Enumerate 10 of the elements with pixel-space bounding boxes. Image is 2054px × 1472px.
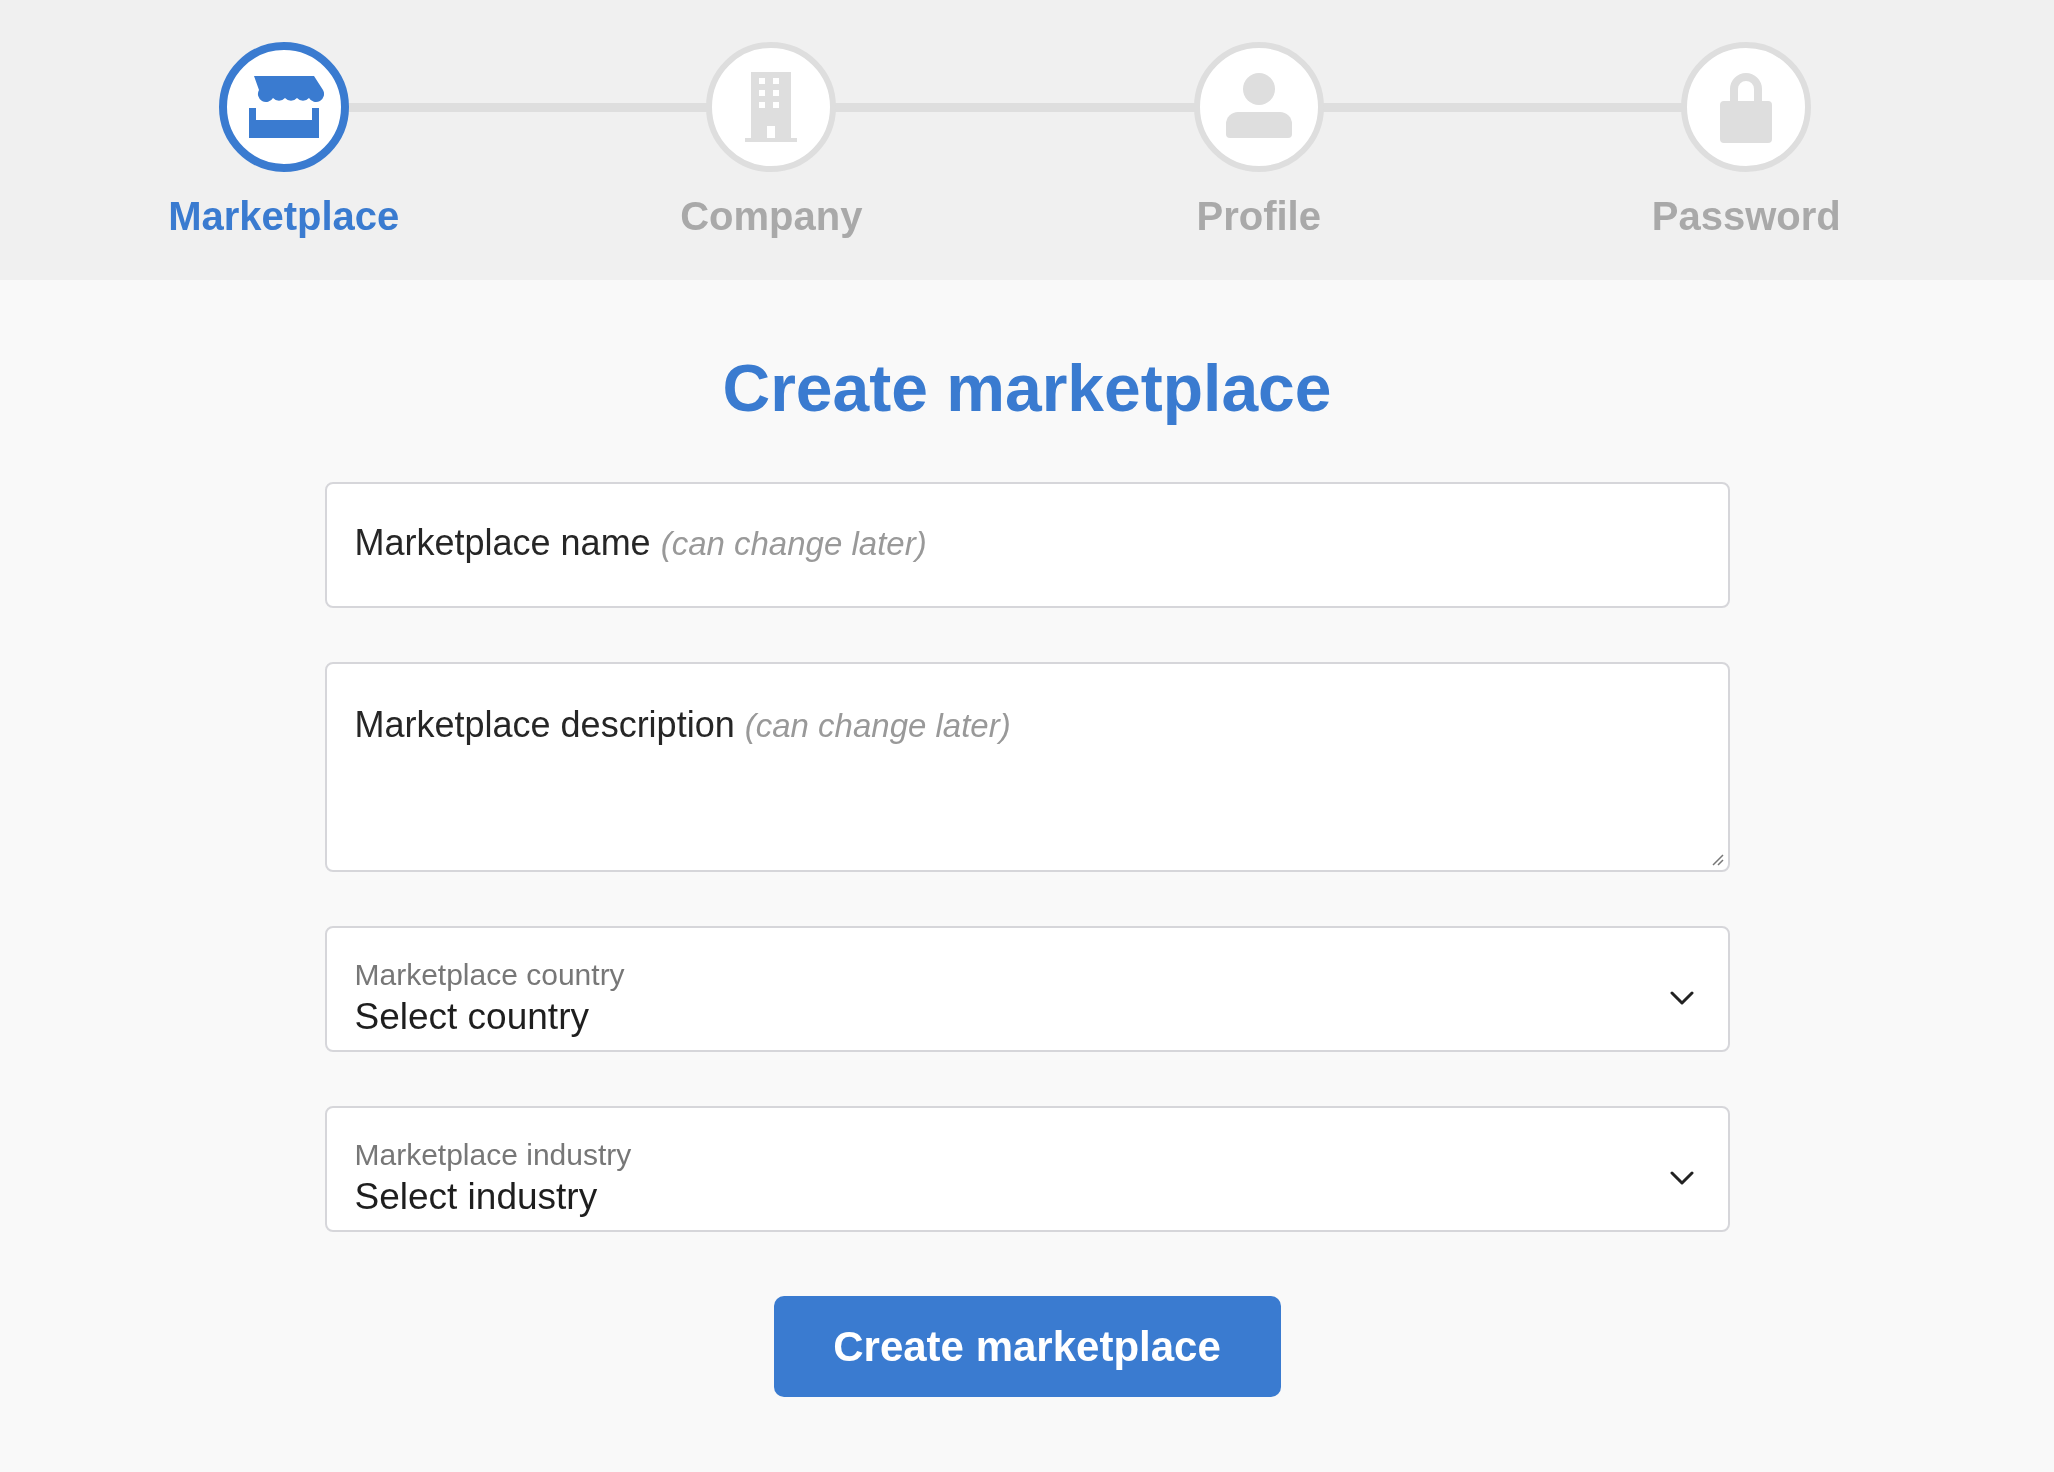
- step-label[interactable]: Marketplace: [168, 194, 400, 239]
- create-marketplace-button[interactable]: Create marketplace: [773, 1296, 1281, 1397]
- select-field[interactable]: Marketplace country Select country: [324, 926, 1730, 1052]
- description-field[interactable]: Marketplace description (can change later): [324, 662, 1730, 872]
- chevron-down-icon: [1669, 991, 1694, 1005]
- page-title: Create marketplace: [722, 350, 1332, 426]
- select-field[interactable]: Marketplace industry Select industry: [324, 1106, 1730, 1232]
- name-field[interactable]: Marketplace name (can change later): [324, 482, 1730, 608]
- chevron-down-icon: [1669, 1171, 1694, 1185]
- building-icon: [743, 72, 800, 142]
